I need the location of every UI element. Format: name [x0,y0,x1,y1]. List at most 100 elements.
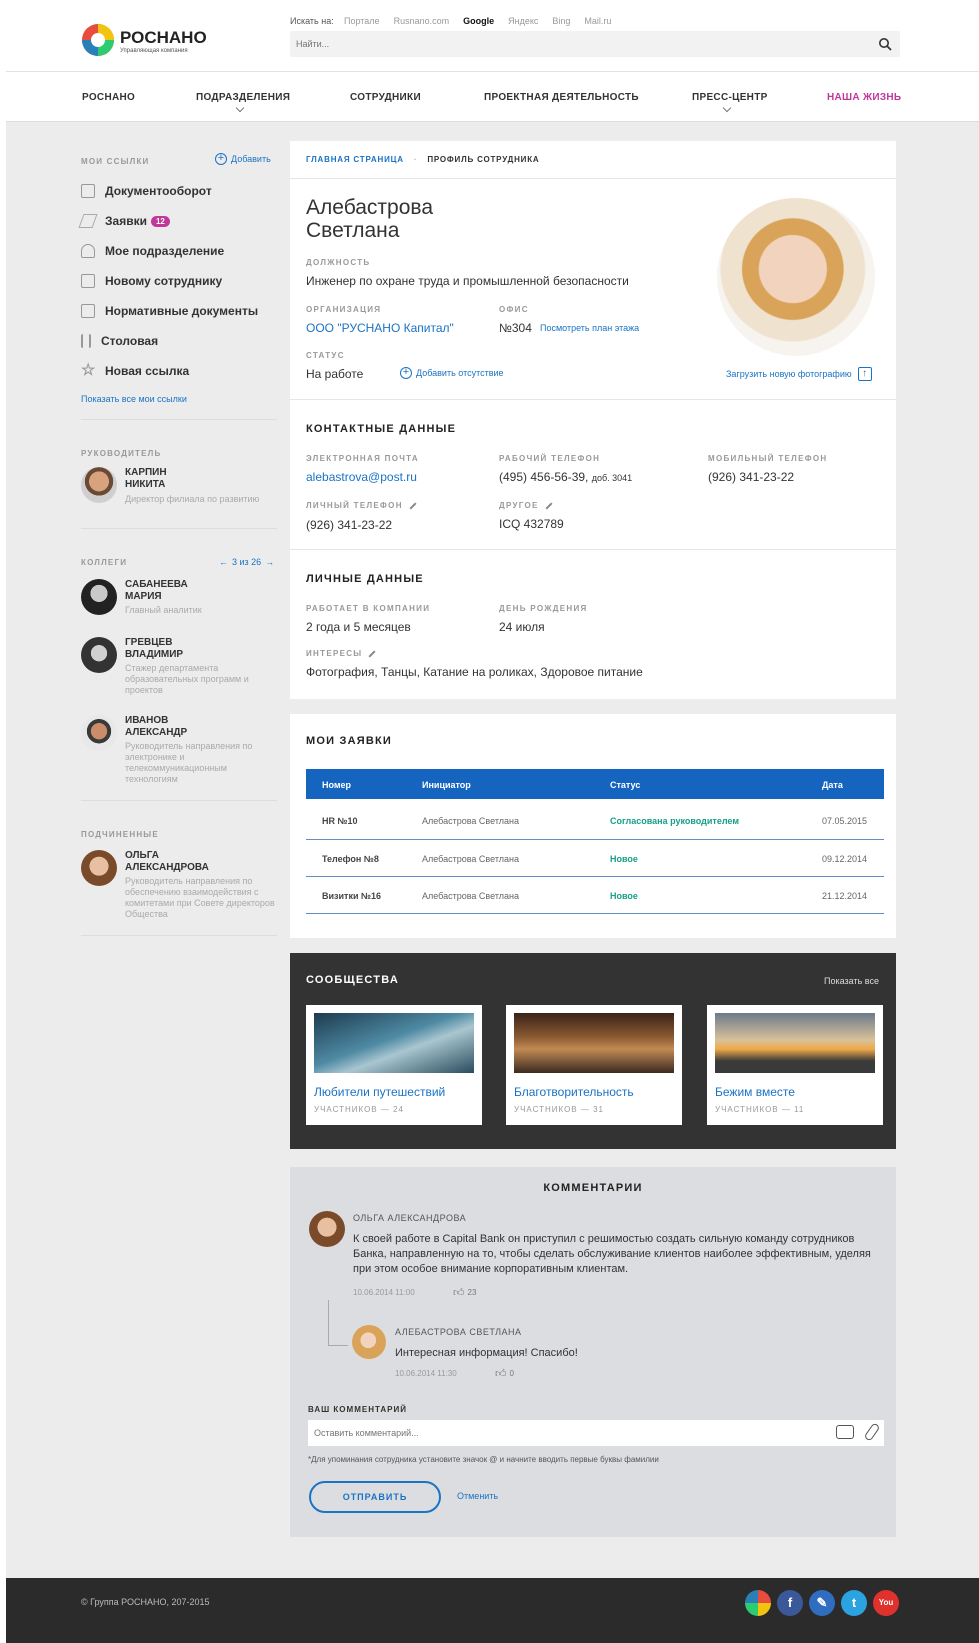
avatar [81,637,117,673]
comments-title: КОММЕНТАРИИ [543,1182,643,1194]
comment-input[interactable] [314,1424,814,1442]
table-cell: Согласована руководителем [610,816,739,826]
sidebar-divider [81,419,277,420]
youtube-icon[interactable]: You [873,1590,899,1616]
other-value: ICQ 432789 [499,517,564,531]
community-card[interactable]: Любители путешествий УЧАСТНИКОВ — 24 [306,1005,482,1125]
facebook-icon[interactable]: f [777,1590,803,1616]
col-number[interactable]: Номер [322,780,351,790]
sidebar-link-docs[interactable]: Документооборот [81,184,212,198]
comment-author[interactable]: ОЛЬГА АЛЕКСАНДРОВА [353,1213,466,1223]
arrow-left-icon[interactable]: ← [219,557,228,567]
subordinate-card[interactable]: ОЛЬГА АЛЕКСАНДРОВА Руководитель направлен… [81,850,281,930]
status-label: СТАТУС [306,351,345,360]
livejournal-icon[interactable]: ✎ [809,1590,835,1616]
table-cell[interactable]: Визитки №16 [322,891,381,901]
sidebar-divider [81,800,277,801]
table-cell: Алебастрова Светлана [422,854,519,864]
add-link-button[interactable]: + Добавить [215,153,271,165]
sidebar-link-newcomer[interactable]: Новому сотруднику [81,274,222,288]
submit-button[interactable]: ОТПРАВИТЬ [309,1481,441,1513]
org-link[interactable]: ООО "РУСНАНО Капитал" [306,321,454,335]
personal-phone-value: (926) 341-23-22 [306,518,393,532]
sidebar-link-new[interactable]: ☆ Новая ссылка [81,363,189,379]
table-cell[interactable]: HR №10 [322,816,358,826]
arrow-right-icon[interactable]: → [265,557,274,567]
nav-item-employees[interactable]: СОТРУДНИКИ [350,92,421,103]
tenure-value: 2 года и 5 месяцев [306,620,411,634]
col-status[interactable]: Статус [610,780,640,790]
community-image [715,1013,875,1073]
breadcrumb-home[interactable]: ГЛАВНАЯ СТРАНИЦА [306,155,404,164]
manager-role: Директор филиала по развитию [125,494,260,504]
comment-box [308,1420,884,1446]
twitter-icon[interactable]: t [841,1590,867,1616]
reply-thread-line [328,1300,348,1346]
search-engine-mail[interactable]: Mail.ru [584,16,611,26]
requests-title: МОИ ЗАЯВКИ [306,735,392,747]
cancel-button[interactable]: Отменить [457,1491,498,1501]
comment-author[interactable]: АЛЕБАСТРОВА СВЕТЛАНА [395,1327,522,1337]
rosnano-social-icon[interactable] [745,1590,771,1616]
community-card[interactable]: Благотворительность УЧАСТНИКОВ — 31 [506,1005,682,1125]
org-label: ОРГАНИЗАЦИЯ [306,305,382,314]
pencil-icon[interactable] [409,502,417,510]
mention-hint: *Для упоминания сотрудника установите зн… [308,1455,659,1464]
personal-phone-label: ЛИЧНЫЙ ТЕЛЕФОН [306,501,417,510]
sidebar-link-canteen[interactable]: Столовая [81,334,158,348]
community-card[interactable]: Бежим вместе УЧАСТНИКОВ — 11 [707,1005,883,1125]
col-date[interactable]: Дата [822,780,843,790]
birthday-value: 24 июля [499,620,545,634]
col-initiator[interactable]: Инициатор [422,780,471,790]
paperclip-icon[interactable] [863,1422,881,1442]
nav-item-press[interactable]: ПРЕСС-ЦЕНТР [692,92,768,103]
sidebar-link-requests[interactable]: Заявки 12 [78,214,170,228]
like-button[interactable]: 👍︎ 0 [495,1367,514,1380]
nav-item-departments[interactable]: ПОДРАЗДЕЛЕНИЯ [196,92,290,103]
pencil-icon[interactable] [368,650,376,658]
community-image [314,1013,474,1073]
colleague-card[interactable]: ИВАНОВ АЛЕКСАНДР Руководитель направления… [81,715,281,785]
sidebar-link-my-department[interactable]: Мое подразделение [81,244,224,258]
show-all-links-link[interactable]: Показать все мои ссылки [81,394,187,404]
email-link[interactable]: alebastrova@post.ru [306,470,417,484]
table-cell: Новое [610,891,638,901]
requests-card [290,714,896,938]
breadcrumb: ГЛАВНАЯ СТРАНИЦА · ПРОФИЛЬ СОТРУДНИКА [306,155,540,164]
row-divider [306,913,884,914]
nav-item-rosnano[interactable]: РОСНАНО [82,92,135,103]
sidebar-divider [81,528,277,529]
avatar [81,579,117,615]
like-button[interactable]: 👍︎ 23 [453,1286,476,1299]
search-engine-rusnano[interactable]: Rusnano.com [394,16,450,26]
colleague-card[interactable]: САБАНЕЕВА МАРИЯ Главный аналитик [81,579,281,619]
briefcase-icon [81,184,95,198]
upload-icon: ↑ [857,367,872,381]
search-input[interactable] [296,35,856,53]
search-engine-bing[interactable]: Bing [552,16,570,26]
plus-circle-icon: + [400,367,412,379]
add-absence-button[interactable]: + Добавить отсутствие [400,367,504,379]
avatar [81,850,117,886]
search-icon[interactable] [878,37,892,51]
logo[interactable]: РОСНАНО Управляющая компания [80,22,210,60]
search-engine-google[interactable]: Google [463,16,494,26]
nav-item-our-life[interactable]: НАША ЖИЗНЬ [827,92,901,103]
table-cell[interactable]: Телефон №8 [322,854,379,864]
colleague-card[interactable]: ГРЕВЦЕВ ВЛАДИМИР Стажер департамента обра… [81,637,281,697]
work-phone-label: РАБОЧИЙ ТЕЛЕФОН [499,454,601,463]
floor-plan-link[interactable]: Посмотреть план этажа [540,323,639,333]
show-all-communities-link[interactable]: Показать все [824,976,879,986]
plus-circle-icon: + [215,153,227,165]
upload-photo-button[interactable]: Загрузить новую фотографию ↑ [726,367,872,381]
manager-card[interactable]: КАРПИН НИКИТА Директор филиала по развити… [81,467,281,507]
communities-title: СООБЩЕСТВА [306,974,399,986]
search-engine-yandex[interactable]: Яндекс [508,16,538,26]
status-value: На работе [306,367,364,381]
search-engine-portal[interactable]: Портале [344,16,380,26]
pencil-icon[interactable] [545,502,553,510]
nav-item-projects[interactable]: ПРОЕКТНАЯ ДЕЯТЕЛЬНОСТЬ [484,92,639,103]
sidebar-link-regulations[interactable]: Нормативные документы [81,304,258,318]
clipboard-icon [81,274,95,288]
camera-icon[interactable] [836,1425,854,1439]
